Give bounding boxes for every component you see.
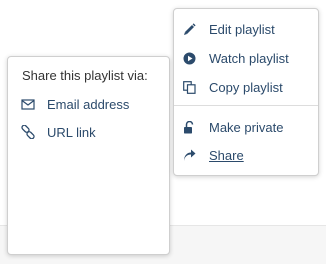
watch-playlist-item[interactable]: Watch playlist [183, 48, 289, 68]
share-via-email-label: Email address [47, 96, 130, 112]
play-circle-icon [183, 52, 196, 65]
share-item[interactable]: Share [183, 145, 244, 165]
copy-playlist-item[interactable]: Copy playlist [183, 77, 283, 97]
edit-playlist-item[interactable]: Edit playlist [183, 19, 275, 39]
share-arrow-icon [183, 149, 196, 162]
unlock-icon [183, 120, 196, 134]
share-via-url-option[interactable]: URL link [21, 123, 96, 141]
copy-icon [183, 80, 196, 94]
share-popover-title: Share this playlist via: [22, 68, 148, 83]
watch-playlist-label: Watch playlist [209, 50, 289, 66]
playlist-actions-menu: Edit playlist Watch playlist Copy playli… [173, 8, 319, 176]
make-private-label: Make private [209, 119, 284, 135]
pencil-icon [183, 22, 196, 36]
share-popover: Share this playlist via: Email address U… [7, 56, 170, 255]
envelope-icon [21, 97, 35, 111]
copy-playlist-label: Copy playlist [209, 79, 283, 95]
menu-divider [174, 105, 318, 106]
link-icon [21, 125, 35, 139]
edit-playlist-label: Edit playlist [209, 21, 275, 37]
make-private-item[interactable]: Make private [183, 117, 283, 137]
share-label: Share [209, 147, 244, 163]
share-via-url-label: URL link [47, 124, 96, 140]
share-via-email-option[interactable]: Email address [21, 95, 129, 113]
